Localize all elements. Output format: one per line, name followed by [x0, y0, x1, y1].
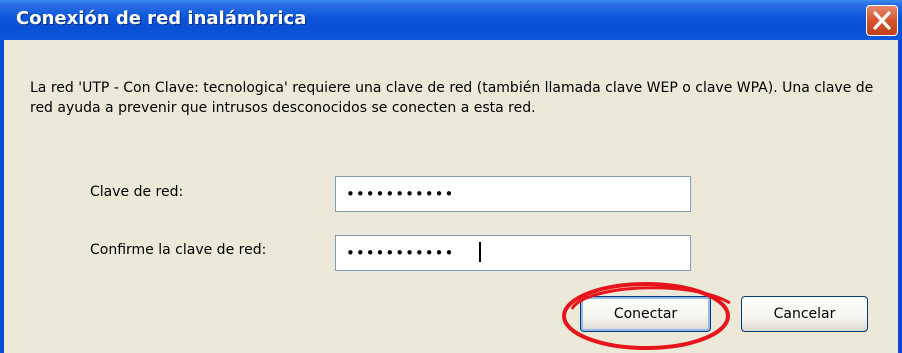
- close-button[interactable]: [866, 5, 898, 36]
- dialog-window: Conexión de red inalámbrica La red 'UTP …: [0, 0, 902, 353]
- cancel-button[interactable]: Cancelar: [741, 296, 868, 332]
- close-icon: [873, 11, 891, 30]
- window-title: Conexión de red inalámbrica: [16, 8, 307, 29]
- network-key-label: Clave de red:: [90, 184, 184, 200]
- text-caret: [479, 242, 481, 262]
- confirm-key-label: Confirme la clave de red:: [90, 242, 267, 258]
- network-key-input[interactable]: [335, 176, 691, 212]
- connect-button[interactable]: Conectar: [580, 296, 711, 332]
- confirm-key-input[interactable]: [335, 235, 691, 271]
- title-bar[interactable]: Conexión de red inalámbrica: [0, 0, 902, 40]
- dialog-message: La red 'UTP - Con Clave: tecnologica' re…: [30, 80, 874, 116]
